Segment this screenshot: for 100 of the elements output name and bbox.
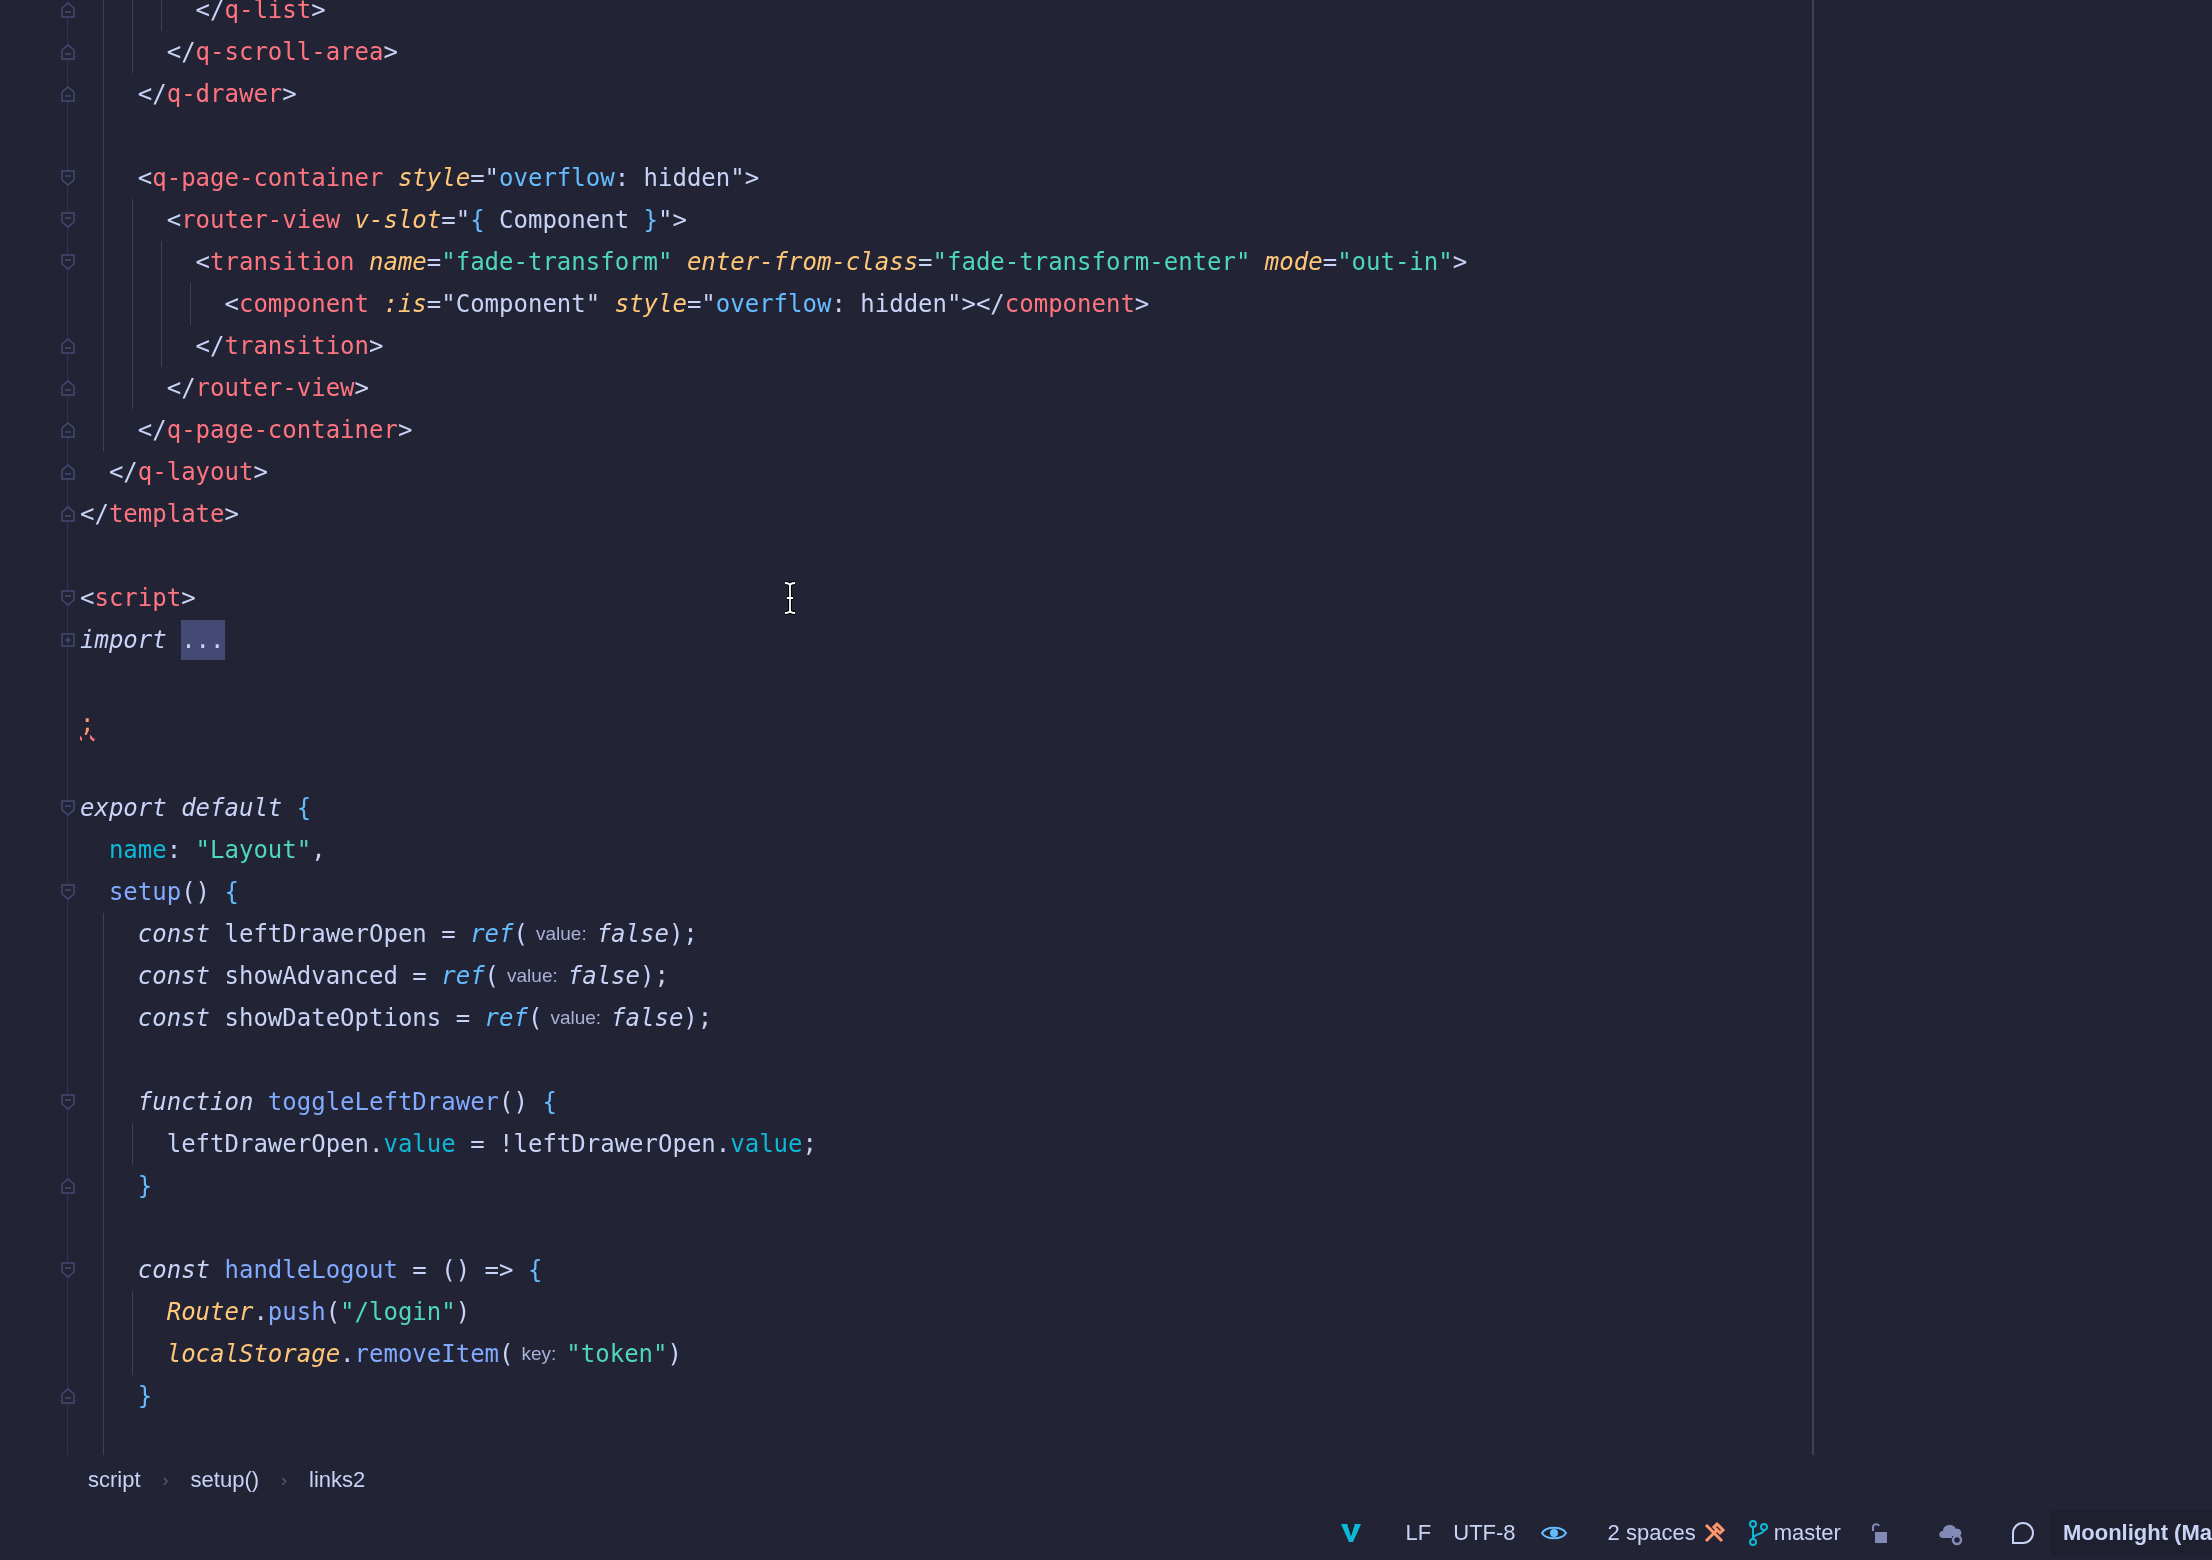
code-punctuation: >: [1134, 290, 1150, 318]
code-punctuation: .: [340, 1340, 355, 1368]
code-punctuation: =: [918, 248, 933, 276]
code-punctuation: =: [426, 248, 442, 276]
fold-end-icon[interactable]: [61, 464, 75, 480]
function-name: toggleLeftDrawer: [267, 1088, 500, 1116]
code-punctuation: <: [136, 164, 153, 192]
code-punctuation: "></: [947, 290, 1005, 318]
fold-end-icon[interactable]: [61, 2, 75, 18]
string-literal: "out-in": [1337, 248, 1453, 276]
tag-name: q-page-container: [166, 416, 398, 444]
error-token: ;: [80, 710, 95, 738]
function-name: ref: [484, 1004, 528, 1032]
fold-end-icon[interactable]: [61, 506, 75, 522]
code-brace: {: [542, 1088, 557, 1116]
inlay-hint: value:: [507, 965, 558, 987]
fold-end-icon[interactable]: [61, 338, 75, 354]
fold-collapse-icon[interactable]: [61, 254, 75, 270]
fold-end-icon[interactable]: [61, 380, 75, 396]
string-literal: "fade-transform": [441, 248, 673, 276]
code-punctuation: ): [667, 1340, 682, 1368]
code-text: leftDrawerOpen =: [223, 920, 457, 948]
code-punctuation: ,: [311, 836, 326, 864]
code-punctuation: >: [253, 458, 268, 486]
function-name: setup: [107, 878, 182, 906]
code-text: : hidden: [831, 290, 947, 318]
tag-name: q-page-container: [152, 164, 384, 192]
code-brace: {: [470, 206, 485, 234]
code-punctuation: </: [194, 332, 225, 360]
attribute-name: mode: [1263, 248, 1323, 276]
code-punctuation: );: [668, 920, 698, 948]
tag-name: script: [94, 584, 182, 612]
fold-end-icon[interactable]: [61, 1178, 75, 1194]
line-ending[interactable]: LF: [1405, 1519, 1432, 1546]
keyword: const: [136, 1004, 211, 1032]
code-punctuation: );: [640, 962, 669, 990]
function-name: removeItem: [354, 1340, 500, 1368]
code-punctuation: <: [80, 584, 95, 612]
code-punctuation: (: [513, 920, 528, 948]
breadcrumb-item[interactable]: script: [88, 1467, 141, 1493]
tag-name: component: [1004, 290, 1135, 318]
tag-name: transition: [224, 332, 369, 360]
comment-icon[interactable]: [2010, 1520, 2035, 1545]
code-punctuation: =": [686, 290, 716, 318]
class-name: Router: [165, 1298, 254, 1326]
code-punctuation: >: [1452, 248, 1468, 276]
code-punctuation: :: [166, 836, 183, 864]
string-literal: "Layout": [195, 836, 312, 864]
code-punctuation: =": [441, 206, 471, 234]
attribute-name: style: [613, 290, 687, 318]
fold-end-icon[interactable]: [61, 44, 75, 60]
tag-name: component: [238, 290, 369, 318]
code-punctuation: </: [165, 374, 196, 402]
code-punctuation: <: [165, 206, 182, 234]
breadcrumb-item[interactable]: links2: [309, 1467, 366, 1493]
fold-end-icon[interactable]: [61, 422, 75, 438]
fold-collapse-icon[interactable]: [61, 590, 75, 606]
code-punctuation: .: [253, 1298, 268, 1326]
class-name: localStorage: [165, 1340, 341, 1368]
code-punctuation: ">: [658, 206, 687, 234]
attribute-name: enter-from-class: [685, 248, 919, 276]
property-name: value: [383, 1130, 456, 1158]
fold-collapse-icon[interactable]: [61, 170, 75, 186]
code-brace: }: [136, 1172, 153, 1200]
fold-expand-icon[interactable]: [61, 633, 75, 647]
code-punctuation: =: [1322, 248, 1338, 276]
code-punctuation: >: [354, 374, 369, 402]
code-punctuation: >: [311, 0, 326, 24]
indentation-setting[interactable]: 2 spaces: [1607, 1519, 1696, 1546]
code-punctuation: </: [80, 500, 109, 528]
fold-collapse-icon[interactable]: [61, 212, 75, 228]
breadcrumb-item[interactable]: setup(): [190, 1467, 260, 1493]
code-punctuation: =": [470, 164, 500, 192]
string-literal: "fade-transform-enter": [932, 248, 1251, 276]
fold-end-icon[interactable]: [61, 1388, 75, 1404]
function-name: handleLogout: [224, 1256, 398, 1284]
git-branch-icon[interactable]: [1747, 1519, 1768, 1546]
fold-collapse-icon[interactable]: [61, 1262, 75, 1278]
code-punctuation: >: [369, 332, 384, 360]
code-punctuation: </: [136, 416, 167, 444]
code-punctuation: ): [455, 1298, 471, 1326]
fold-collapse-icon[interactable]: [61, 800, 75, 816]
tag-name: q-list: [224, 0, 312, 24]
tag-name: router-view: [195, 374, 355, 402]
attribute-name: :is: [382, 290, 427, 318]
fold-end-icon[interactable]: [61, 86, 75, 102]
v-logo-icon[interactable]: [1339, 1521, 1362, 1544]
tag-name: q-scroll-area: [195, 38, 384, 66]
string-literal: "/login": [340, 1298, 456, 1326]
tag-name: transition: [210, 248, 355, 276]
git-branch-name[interactable]: master: [1773, 1519, 1841, 1546]
fold-collapse-icon[interactable]: [61, 1094, 75, 1110]
fold-collapse-icon[interactable]: [61, 884, 75, 900]
code-brace: }: [643, 206, 659, 234]
code-punctuation: </: [165, 38, 196, 66]
file-encoding[interactable]: UTF-8: [1453, 1519, 1516, 1546]
attribute-name: name: [368, 248, 427, 276]
theme-name[interactable]: Moonlight (Ma: [2050, 1509, 2212, 1556]
code-punctuation: (: [325, 1298, 341, 1326]
code-punctuation: <: [194, 248, 211, 276]
